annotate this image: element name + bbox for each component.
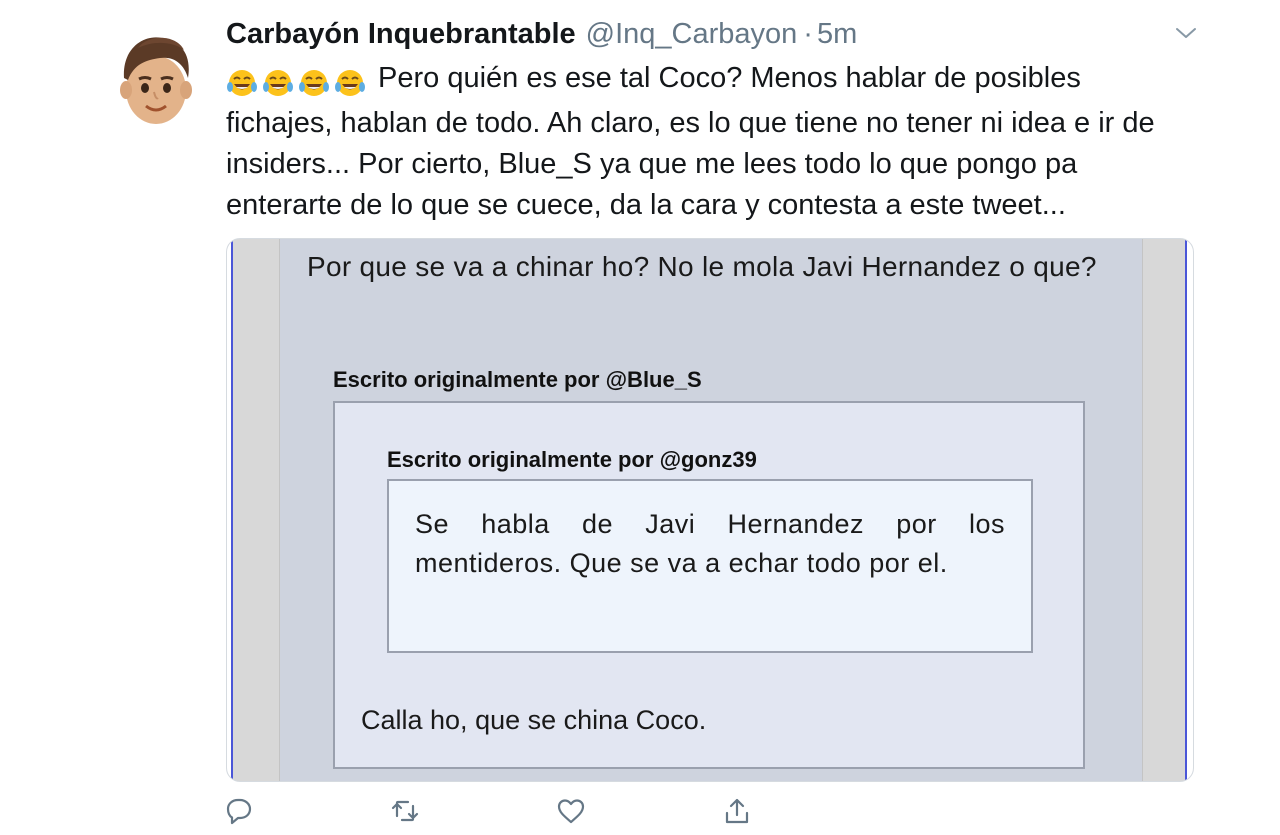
forum-post-text: Por que se va a chinar ho? No le mola Ja… [307, 251, 1097, 282]
avatar[interactable] [104, 26, 208, 130]
tweet-action-bar [0, 796, 1280, 832]
inner-quote-text: Se habla de Javi Hernandez por los menti… [415, 509, 1005, 578]
tweet-media-image[interactable]: Por que se va a chinar ho? No le mola Ja… [226, 238, 1194, 782]
separator-dot: · [803, 17, 813, 50]
display-name[interactable]: Carbayón Inquebrantable [226, 18, 576, 51]
tweet-menu-button[interactable] [1174, 22, 1198, 44]
memoji-avatar-icon [106, 28, 206, 128]
share-icon [725, 798, 749, 824]
emoji-group [226, 62, 370, 103]
share-button[interactable] [722, 796, 756, 830]
tweet-header: Carbayón Inquebrantable @Inq_Carbayon · … [226, 14, 857, 54]
like-icon [557, 799, 585, 824]
timestamp[interactable]: 5m [817, 18, 857, 51]
tears-of-joy-emoji-icon [335, 70, 365, 97]
media-left-gutter [233, 239, 280, 781]
retweet-icon [391, 800, 419, 822]
tears-of-joy-emoji-icon [227, 70, 257, 97]
chevron-down-icon [1176, 28, 1196, 38]
tears-of-joy-emoji-icon [263, 70, 293, 97]
outer-quote-reply: Calla ho, que se china Coco. [361, 705, 707, 735]
tweet-text: Pero quién es ese tal Coco? Menos hablar… [226, 58, 1176, 226]
reply-button[interactable] [224, 796, 258, 830]
tears-of-joy-emoji-icon [299, 70, 329, 97]
user-handle[interactable]: @Inq_Carbayon [586, 18, 798, 51]
outer-quote-label: Escrito originalmente por @Blue_S [333, 367, 702, 392]
outer-quote-box: Escrito originalmente por @gonz39 Se hab… [333, 401, 1085, 769]
inner-quote-box: Se habla de Javi Hernandez por los menti… [387, 479, 1033, 653]
retweet-button[interactable] [390, 796, 424, 830]
reply-icon [226, 798, 252, 825]
inner-quote-label: Escrito originalmente por @gonz39 [387, 447, 757, 472]
like-button[interactable] [556, 796, 590, 830]
media-right-gutter [1142, 239, 1185, 781]
media-right-edge [1185, 239, 1193, 781]
